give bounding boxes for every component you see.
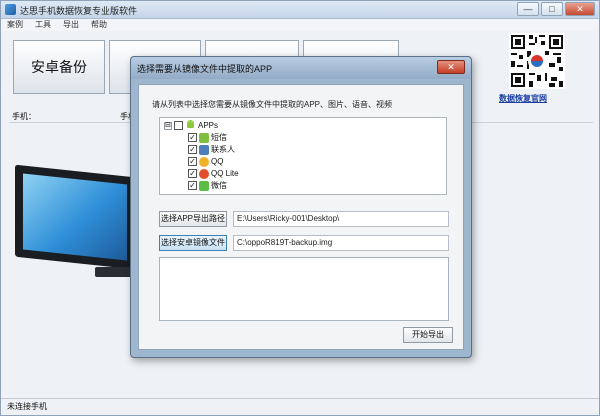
monitor-screen (15, 164, 135, 270)
qq-lite-checkbox[interactable]: ✓ (188, 169, 197, 178)
qr-code (509, 33, 565, 89)
sms-checkbox[interactable]: ✓ (188, 133, 197, 142)
dialog-body: 请从列表中选择您需要从镜像文件中提取的APP、图片、语音、视频 ⊟ APPs ✓… (138, 84, 464, 350)
dialog-title: 选择需要从镜像文件中提取的APP (137, 64, 273, 74)
menu-item-export[interactable]: 导出 (63, 19, 79, 31)
window-title: 达思手机数据恢复专业版软件 (20, 6, 138, 16)
tree-item-label: 短信 (211, 133, 227, 142)
menu-item-cases[interactable]: 案例 (7, 19, 23, 31)
connection-status: 未连接手机 (7, 402, 47, 411)
qq-penguin-icon (199, 156, 209, 167)
tree-item-qq-lite[interactable]: ✓ QQ Lite (188, 168, 239, 179)
tree-item-label: QQ (211, 157, 224, 166)
tree-item-label: 联系人 (211, 145, 235, 154)
menu-bar: 案例 工具 导出 帮助 (1, 19, 599, 31)
monitor-display (23, 173, 127, 261)
sms-icon (199, 132, 209, 143)
dialog-title-bar: 选择需要从镜像文件中提取的APP ✕ (131, 57, 471, 79)
title-bar: 达思手机数据恢复专业版软件 — □ ✕ (1, 1, 599, 19)
select-image-file-button[interactable]: 选择安卓镜像文件 (159, 235, 227, 251)
app-icon (5, 4, 16, 15)
monitor-stand (95, 267, 135, 277)
maximize-button[interactable]: □ (541, 2, 563, 16)
select-export-path-button[interactable]: 选择APP导出路径 (159, 211, 227, 227)
tree-item-label: 微信 (211, 181, 227, 190)
collapse-icon[interactable]: ⊟ (164, 121, 172, 130)
window-controls: — □ ✕ (517, 2, 595, 16)
android-backup-button[interactable]: 安卓备份 (13, 40, 105, 94)
qq-lite-icon (199, 168, 209, 179)
android-icon (185, 119, 196, 132)
tree-root[interactable]: ⊟ APPs (164, 120, 218, 131)
export-path-field[interactable]: E:\Users\Ricky-001\Desktop\ (233, 211, 449, 227)
contacts-icon (199, 144, 209, 155)
dialog-instruction: 请从列表中选择您需要从镜像文件中提取的APP、图片、语音、视频 (152, 100, 393, 109)
wechat-checkbox[interactable]: ✓ (188, 181, 197, 190)
tree-item-wechat[interactable]: ✓ 微信 (188, 180, 227, 191)
tree-item-sms[interactable]: ✓ 短信 (188, 132, 227, 143)
menu-item-help[interactable]: 帮助 (91, 19, 107, 31)
contacts-checkbox[interactable]: ✓ (188, 145, 197, 154)
tree-item-contacts[interactable]: ✓ 联系人 (188, 144, 235, 155)
root-checkbox[interactable] (174, 121, 183, 130)
output-log (159, 257, 449, 321)
image-file-field[interactable]: C:\oppoR819T-backup.img (233, 235, 449, 251)
wechat-icon (199, 180, 209, 191)
minimize-button[interactable]: — (517, 2, 539, 16)
tree-item-qq[interactable]: ✓ QQ (188, 156, 223, 167)
qq-checkbox[interactable]: ✓ (188, 157, 197, 166)
menu-item-tools[interactable]: 工具 (35, 19, 51, 31)
phone-label: 手机： (12, 112, 36, 121)
start-export-button[interactable]: 开始导出 (403, 327, 453, 343)
close-button[interactable]: ✕ (565, 2, 595, 16)
extract-app-dialog: 选择需要从镜像文件中提取的APP ✕ 请从列表中选择您需要从镜像文件中提取的AP… (130, 56, 472, 358)
app-tree: ⊟ APPs ✓ 短信 ✓ 联系人 ✓ QQ ✓ QQ Lite ✓ 微信 (159, 117, 447, 195)
monitor-illustration (15, 164, 135, 281)
official-site-link[interactable]: 数据恢复官网 (499, 93, 547, 104)
dialog-close-button[interactable]: ✕ (437, 60, 465, 74)
tree-root-label: APPs (198, 121, 219, 130)
tree-item-label: QQ Lite (211, 169, 239, 178)
status-bar: 未连接手机 (1, 398, 599, 415)
